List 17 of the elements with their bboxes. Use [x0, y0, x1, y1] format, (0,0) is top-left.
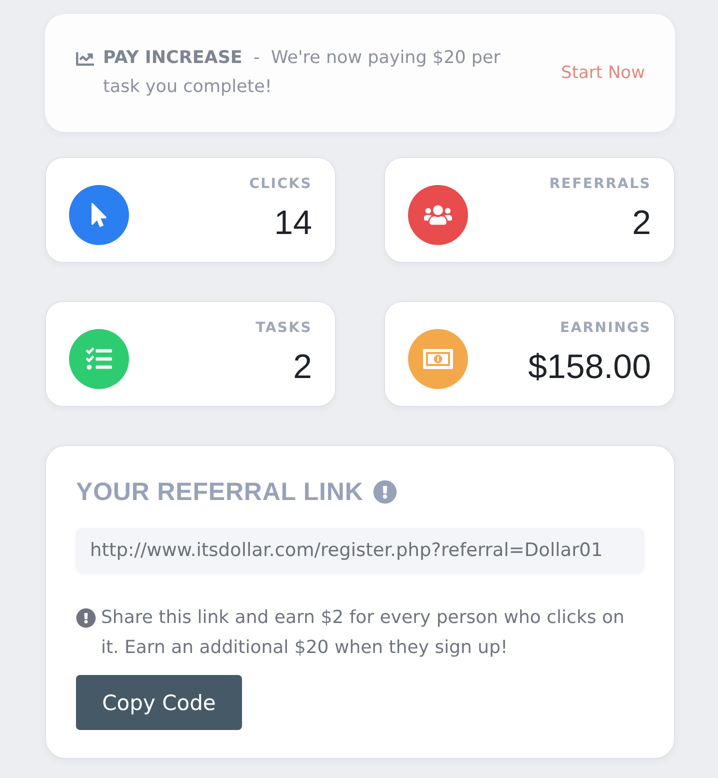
line-chart-icon — [75, 50, 95, 68]
copy-code-button[interactable]: Copy Code — [76, 675, 242, 730]
stat-label: EARNINGS — [560, 320, 651, 337]
referral-link-field[interactable]: http://www.itsdollar.com/register.php?referral=Dollar01 — [76, 528, 644, 573]
exclamation-icon — [373, 480, 398, 504]
stat-value: $158.00 — [528, 348, 651, 386]
banner-text: PAY INCREASE - We're now paying $20 per task you complete! — [103, 47, 502, 99]
stat-value: 14 — [274, 204, 312, 242]
stat-value: 2 — [632, 204, 651, 242]
referral-note: Share this link and earn $2 for every person who clicks on it. Earn an additional $20 when they sign up! — [101, 606, 626, 660]
exclamation-icon — [76, 608, 96, 628]
stat-label: TASKS — [256, 320, 312, 337]
start-now-link[interactable]: Start Now — [561, 63, 645, 83]
stat-label: REFERRALS — [549, 176, 651, 193]
stat-value: 2 — [293, 348, 312, 386]
section-title: YOUR REFERRAL LINK — [76, 477, 364, 507]
stat-label: CLICKS — [249, 176, 312, 193]
